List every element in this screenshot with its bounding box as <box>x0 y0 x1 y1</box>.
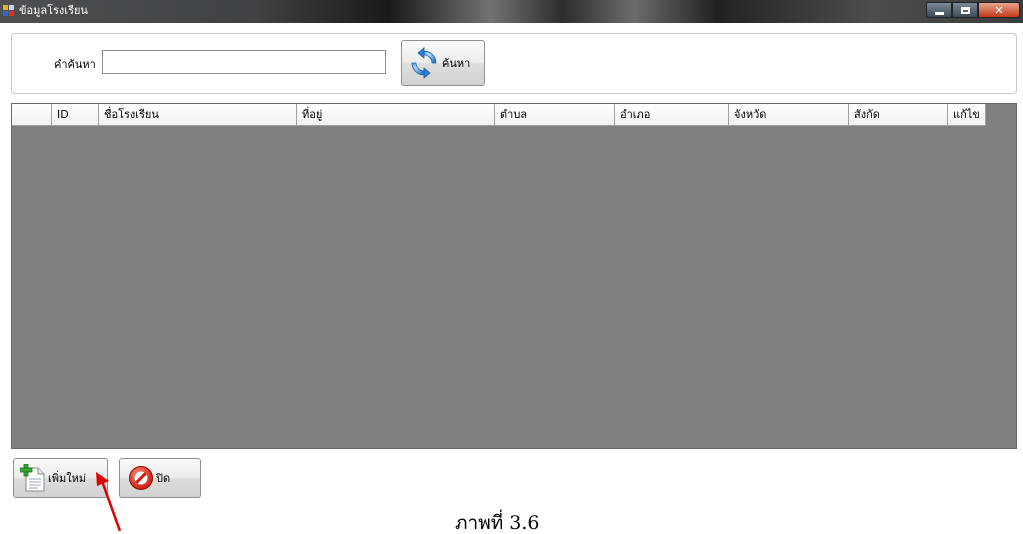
add-new-button[interactable]: เพิ่มใหม่ <box>13 458 108 498</box>
search-button-label: ค้นหา <box>442 57 471 70</box>
column-header-province[interactable]: จังหวัด <box>729 104 849 126</box>
close-icon[interactable]: ✕ <box>978 2 1020 18</box>
add-document-icon <box>20 464 45 492</box>
search-label: คำค้นหา <box>54 58 96 71</box>
column-header-address[interactable]: ที่อยู่ <box>297 104 495 126</box>
column-header-district[interactable]: อำเภอ <box>615 104 729 126</box>
column-header-row-selector[interactable] <box>12 104 52 126</box>
column-header-school-name[interactable]: ชื่อโรงเรียน <box>99 104 297 126</box>
no-entry-icon <box>129 466 153 490</box>
maximize-icon[interactable] <box>952 2 978 18</box>
column-header-subdistrict[interactable]: ตำบล <box>495 104 615 126</box>
window-controls: ✕ <box>926 2 1020 19</box>
window-title: ข้อมูลโรงเรียน <box>19 4 88 17</box>
add-new-button-label: เพิ่มใหม่ <box>48 472 87 485</box>
minimize-icon[interactable] <box>926 2 952 18</box>
school-data-grid[interactable]: ID ชื่อโรงเรียน ที่อยู่ ตำบล อำเภอ จังหว… <box>11 103 1017 449</box>
search-input[interactable] <box>102 50 386 74</box>
column-header-affiliation[interactable]: สังกัด <box>849 104 948 126</box>
close-button-label: ปิด <box>156 472 171 485</box>
search-button[interactable]: ค้นหา <box>401 40 485 86</box>
column-header-id[interactable]: ID <box>52 104 99 126</box>
column-header-edit[interactable]: แก้ไข <box>948 104 986 126</box>
grid-header: ID ชื่อโรงเรียน ที่อยู่ ตำบล อำเภอ จังหว… <box>12 104 986 126</box>
refresh-icon <box>411 47 437 79</box>
app-icon <box>3 5 15 17</box>
close-button[interactable]: ปิด <box>119 458 201 498</box>
window-titlebar[interactable]: ข้อมูลโรงเรียน ✕ <box>0 0 1023 23</box>
